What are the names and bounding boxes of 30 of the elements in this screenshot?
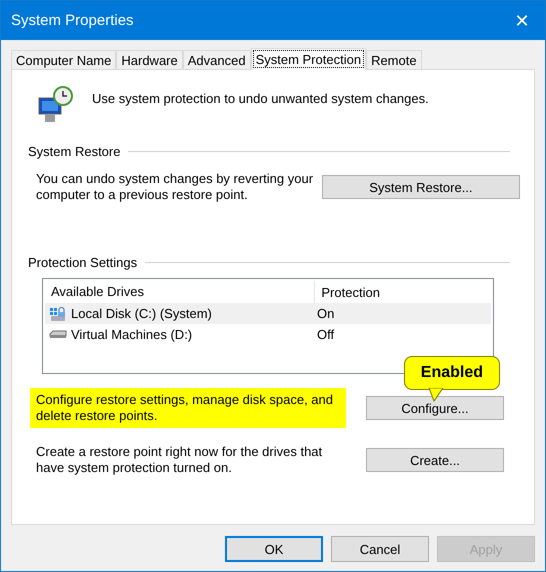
dialog-button[interactable]: Cancel <box>331 536 429 562</box>
tab[interactable]: Computer Name <box>11 50 116 69</box>
callout-bubble: Enabled <box>404 356 500 390</box>
callout-pointer <box>428 388 444 402</box>
drive-row[interactable]: Virtual Machines (D:) Off <box>45 324 491 345</box>
system-drive-icon <box>49 306 67 322</box>
window-title: System Properties <box>11 12 134 29</box>
action-button[interactable]: Create... <box>366 448 504 472</box>
dialog-button[interactable]: OK <box>225 536 323 562</box>
tab[interactable]: Hardware <box>116 50 183 69</box>
section-heading: Protection Settings <box>28 255 138 270</box>
protection-status: On <box>316 306 336 321</box>
drive-name: Local Disk (C:) (System) <box>71 306 213 321</box>
description-text: Create a restore point right now for the drives that have system protection turned on. <box>36 443 324 477</box>
tab[interactable]: System Protection <box>250 48 366 70</box>
description-text: You can undo system changes by reverting your computer to a previous restore point. <box>36 170 314 204</box>
system-restore-button[interactable]: System Restore... <box>322 175 520 199</box>
drive-name: Virtual Machines (D:) <box>71 327 194 342</box>
action-button[interactable]: Configure... <box>366 396 504 420</box>
section-heading: System Restore <box>28 144 120 159</box>
drive-row[interactable]: Local Disk (C:) (System) On <box>45 303 491 324</box>
column-header[interactable]: Protection <box>315 284 491 300</box>
computer-clock-icon <box>36 84 76 124</box>
protection-status: Off <box>316 327 336 342</box>
drive-icon <box>49 330 67 339</box>
tab[interactable]: Remote <box>366 50 422 69</box>
intro-text: Use system protection to undo unwanted system changes. <box>92 90 429 106</box>
close-button[interactable]: ✕ <box>499 1 545 40</box>
description-text: Configure restore settings, manage disk space, and delete restore points. <box>30 388 346 428</box>
tab[interactable]: Advanced <box>182 50 251 69</box>
